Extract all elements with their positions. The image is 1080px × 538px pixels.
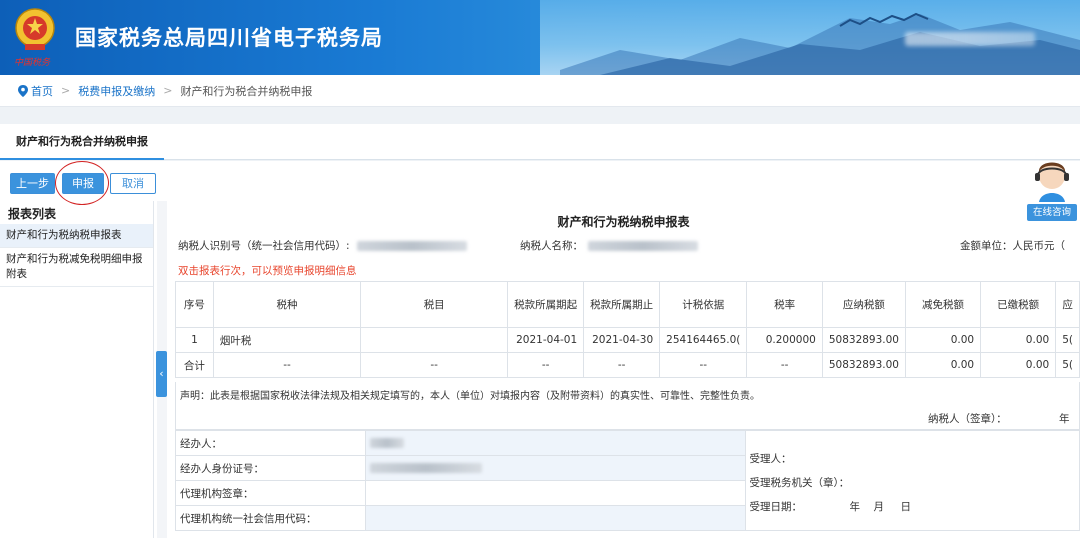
- acceptor-label: 受理人：: [749, 453, 792, 465]
- column-header: 计税依据: [659, 281, 748, 328]
- handler-id-label: 经办人身份证号：: [175, 455, 366, 481]
- handler-field[interactable]: [364, 430, 746, 456]
- currency-unit-label: 金额单位：人民币元（: [960, 240, 1065, 252]
- location-pin-icon: [18, 84, 28, 97]
- column-header: 应: [1055, 281, 1080, 328]
- table-cell: --: [746, 352, 823, 378]
- highlight-circle-annotation: [55, 161, 109, 205]
- column-header: 税率: [746, 281, 823, 328]
- taxpayer-id-label: 纳税人识别号（统一社会信用代码）:: [178, 240, 350, 252]
- taxpayer-id-value-blurred: [356, 241, 467, 251]
- table-cell: 0.00: [904, 327, 982, 353]
- table-cell: 5(: [1055, 327, 1080, 353]
- taxpayer-signature-label: 纳税人（签章）：: [928, 413, 1007, 425]
- breadcrumb-tax-filing-link[interactable]: 税费申报及缴纳: [78, 83, 155, 99]
- taxpayer-name-label: 纳税人名称：: [520, 240, 583, 252]
- table-row[interactable]: 合计 -- -- -- -- -- -- 50832893.00 0.00 0.…: [175, 352, 1080, 378]
- date-year-label: 年: [849, 501, 861, 513]
- online-consult-button[interactable]: 在线咨询: [1027, 204, 1077, 221]
- cancel-button[interactable]: 取消: [110, 173, 156, 194]
- date-day-label: 日: [900, 501, 912, 513]
- table-cell: --: [507, 352, 585, 378]
- table-row[interactable]: 1 烟叶税 2021-04-01 2021-04-30 254164465.0(…: [175, 327, 1080, 353]
- header-user-info-blurred: [905, 32, 1035, 46]
- site-header: 中国税务 国家税务总局四川省电子税务局: [0, 0, 1080, 75]
- table-cell: 0.200000: [746, 327, 823, 353]
- report-list-title: 报表列表: [8, 207, 57, 221]
- declaration-statement: 声明：此表是根据国家税收法律法规及相关规定填写的，本人（单位）对填报内容（及附带…: [180, 391, 760, 402]
- handler-info-table: 经办人： 受理人： 受理税务机关（章）： 受理日期： 年 月 日 经办人身份证号…: [175, 430, 1080, 531]
- agency-code-label: 代理机构统一社会信用代码：: [175, 505, 366, 531]
- table-cell: --: [212, 352, 362, 378]
- report-list: 财产和行为税纳税申报表 财产和行为税减免税明细申报附表: [0, 224, 153, 287]
- accept-office-label: 受理税务机关（章）：: [749, 477, 850, 489]
- table-cell: 烟叶税: [212, 327, 362, 353]
- table-cell: 0.00: [980, 327, 1057, 353]
- table-cell: 1: [175, 327, 214, 353]
- table-cell: [360, 327, 509, 353]
- handler-label: 经办人：: [175, 430, 366, 456]
- collapse-sidebar-chevron-icon[interactable]: ‹: [156, 351, 167, 397]
- table-cell: 合计: [175, 352, 214, 378]
- main-content: 上一步 申报 取消 报表列表 财产和行为税纳税申报表 财产和行为税减免税明细申报…: [0, 161, 1080, 538]
- agency-seal-field[interactable]: [364, 480, 746, 506]
- column-header: 减免税额: [904, 281, 982, 328]
- table-cell: --: [583, 352, 661, 378]
- breadcrumb-separator-icon: >: [61, 84, 71, 97]
- table-cell: 50832893.00: [821, 352, 907, 378]
- table-cell: --: [659, 352, 748, 378]
- breadcrumb-separator-icon: >: [163, 84, 173, 97]
- agency-seal-label: 代理机构签章：: [175, 480, 366, 506]
- column-header: 税款所属期止: [583, 281, 661, 328]
- column-header: 税种: [212, 281, 362, 328]
- date-month-label: 月: [873, 501, 885, 513]
- signature-year-label: 年: [1059, 413, 1070, 425]
- site-title: 国家税务总局四川省电子税务局: [75, 26, 383, 50]
- breadcrumb-current: 财产和行为税合并纳税申报: [180, 84, 313, 98]
- table-header-row: 序号 税种 税目 税款所属期起 税款所属期止 计税依据 税率 应纳税额 减免税额…: [175, 281, 1080, 328]
- table-cell: --: [360, 352, 509, 378]
- emblem-caption: 中国税务: [14, 58, 51, 68]
- sidebar-divider: [153, 201, 154, 538]
- accept-date-label: 受理日期：: [749, 501, 803, 513]
- acceptance-section: 受理人： 受理税务机关（章）： 受理日期： 年 月 日: [744, 430, 1080, 531]
- taxpayer-id-row: 纳税人识别号（统一社会信用代码）:: [178, 238, 467, 253]
- taxpayer-name-value-blurred: [588, 241, 699, 251]
- double-click-hint: 双击报表行次，可以预览申报明细信息: [178, 265, 357, 277]
- table-cell: 2021-04-01: [507, 327, 585, 353]
- agency-code-field[interactable]: [364, 505, 746, 531]
- handler-value-blurred: [369, 438, 404, 448]
- report-list-item-relief-schedule[interactable]: 财产和行为税减免税明细申报附表: [0, 248, 153, 287]
- handler-id-field[interactable]: [364, 455, 746, 481]
- declaration-table: 序号 税种 税目 税款所属期起 税款所属期止 计税依据 税率 应纳税额 减免税额…: [175, 281, 1080, 378]
- table-cell: 50832893.00: [821, 327, 907, 353]
- table-cell: 254164465.0(: [659, 327, 748, 353]
- tax-emblem-icon: [12, 6, 58, 54]
- table-cell: 5(: [1055, 352, 1080, 378]
- declaration-form: 财产和行为税纳税申报表 纳税人识别号（统一社会信用代码）: 纳税人名称： 金额单…: [167, 201, 1080, 538]
- form-title: 财产和行为税纳税申报表: [557, 215, 690, 229]
- column-header: 已缴税额: [980, 281, 1057, 328]
- column-header: 税款所属期起: [507, 281, 585, 328]
- handler-id-value-blurred: [369, 463, 482, 473]
- report-list-item-main[interactable]: 财产和行为税纳税申报表: [0, 224, 153, 248]
- table-cell: 0.00: [980, 352, 1057, 378]
- tab-bar: 财产和行为税合并纳税申报: [0, 124, 1080, 160]
- declaration-statement-box: 声明：此表是根据国家税收法律法规及相关规定填写的，本人（单位）对填报内容（及附带…: [175, 382, 1080, 430]
- column-header: 序号: [175, 281, 214, 328]
- column-header: 应纳税额: [821, 281, 907, 328]
- breadcrumb: 首页 > 税费申报及缴纳 > 财产和行为税合并纳税申报: [0, 75, 1080, 107]
- page-root: 中国税务 国家税务总局四川省电子税务局 首页 > 税费申报及缴纳 > 财产和行为…: [0, 0, 1080, 538]
- taxpayer-name-row: 纳税人名称：: [520, 238, 699, 253]
- previous-step-button[interactable]: 上一步: [10, 173, 55, 194]
- breadcrumb-home-link[interactable]: 首页: [31, 83, 53, 99]
- column-header: 税目: [360, 281, 509, 328]
- table-cell: 2021-04-30: [583, 327, 661, 353]
- tab-combined-declaration[interactable]: 财产和行为税合并纳税申报: [0, 124, 164, 160]
- table-cell: 0.00: [904, 352, 982, 378]
